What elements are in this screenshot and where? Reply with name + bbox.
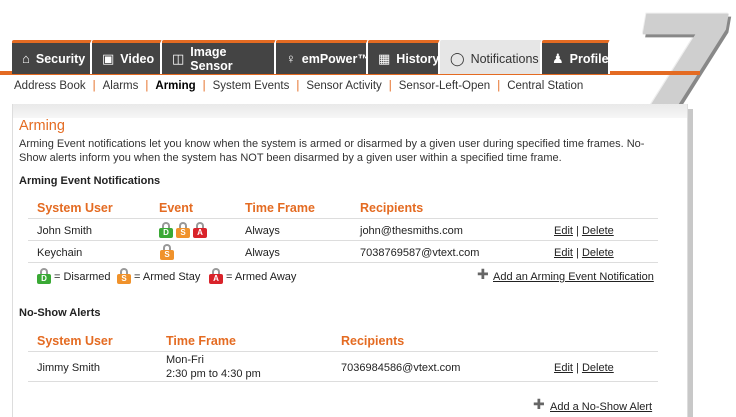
person-icon: ♟: [552, 50, 564, 66]
tab-image-sensor[interactable]: ◫ Image Sensor: [162, 40, 276, 74]
armed-stay-lock-icon: S: [117, 268, 131, 284]
noshow-header-recipients: Recipients: [341, 334, 405, 348]
row-recipients: 7038769587@vtext.com: [360, 247, 480, 259]
subnav-central-station[interactable]: Central Station: [507, 80, 583, 92]
row-timeframe: Always: [245, 225, 280, 237]
edit-link[interactable]: Edit: [554, 225, 573, 237]
add-noshow-alert-link[interactable]: Add a No-Show Alert: [550, 401, 652, 413]
arming-section-title: Arming Event Notifications: [19, 175, 161, 187]
video-icon: ▣: [102, 50, 115, 66]
tab-notifications[interactable]: ◯ Notifications: [440, 40, 542, 74]
home-icon: ⌂: [22, 51, 30, 66]
lightbulb-icon: ♀: [286, 51, 296, 66]
row-user: John Smith: [37, 225, 93, 237]
subnav-arming[interactable]: Arming: [155, 80, 195, 92]
armed-stay-lock-icon: S: [176, 222, 190, 238]
tab-history[interactable]: ▦ History: [368, 40, 440, 74]
row-recipients: 7036984586@vtext.com: [341, 362, 461, 374]
delete-link[interactable]: Delete: [582, 225, 614, 237]
edit-link[interactable]: Edit: [554, 247, 573, 259]
subnav-alarms[interactable]: Alarms: [103, 80, 139, 92]
disarmed-lock-icon: D: [159, 222, 173, 238]
delete-link[interactable]: Delete: [582, 362, 614, 374]
noshow-header-timeframe: Time Frame: [166, 334, 236, 348]
image-sensor-icon: ◫: [172, 50, 185, 66]
arming-header-recipients: Recipients: [360, 201, 424, 215]
add-arming-notification-link[interactable]: Add an Arming Event Notification: [493, 271, 654, 283]
calendar-icon: ▦: [378, 50, 391, 66]
armed-stay-lock-icon: S: [160, 244, 174, 260]
tab-empower[interactable]: ♀ emPower™: [276, 40, 370, 74]
noshow-header-user: System User: [37, 334, 113, 348]
noshow-section-title: No-Show Alerts: [19, 307, 101, 319]
legend-armed-stay: = Armed Stay: [134, 271, 201, 283]
tab-profile[interactable]: ♟ Profile: [542, 40, 610, 74]
tab-security[interactable]: ⌂ Security: [12, 40, 92, 74]
tab-video[interactable]: ▣ Video: [92, 40, 162, 74]
row-timeframe-days: Mon-Fri: [166, 354, 204, 366]
legend-disarmed: = Disarmed: [54, 271, 111, 283]
speech-bubble-icon: ◯: [450, 50, 465, 66]
edit-link[interactable]: Edit: [554, 362, 573, 374]
plus-icon: ✚: [477, 266, 489, 282]
plus-icon: ✚: [533, 396, 545, 412]
row-recipients: john@thesmiths.com: [360, 225, 463, 237]
armed-away-lock-icon: A: [193, 222, 207, 238]
row-timeframe: Always: [245, 247, 280, 259]
page-description: Arming Event notifications let you know …: [19, 138, 645, 164]
subnav-system-events[interactable]: System Events: [213, 80, 290, 92]
arming-header-timeframe: Time Frame: [245, 201, 315, 215]
legend-armed-away: = Armed Away: [226, 271, 297, 283]
row-timeframe-hours: 2:30 pm to 4:30 pm: [166, 368, 261, 380]
row-user: Keychain: [37, 247, 83, 259]
subnav: Address Book | Alarms | Arming | System Eve…: [14, 80, 584, 92]
arming-header-event: Event: [159, 201, 194, 215]
row-user: Jimmy Smith: [37, 362, 100, 374]
arming-header-user: System User: [37, 201, 113, 215]
disarmed-lock-icon: D: [37, 268, 51, 284]
main-tabs: ⌂ Security ▣ Video ◫ Image Sensor ♀ emPower™…: [12, 40, 610, 74]
delete-link[interactable]: Delete: [582, 247, 614, 259]
subnav-sensor-activity[interactable]: Sensor Activity: [306, 80, 381, 92]
subnav-sensor-left-open[interactable]: Sensor-Left-Open: [399, 80, 490, 92]
armed-away-lock-icon: A: [209, 268, 223, 284]
subnav-address-book[interactable]: Address Book: [14, 80, 86, 92]
page-title: Arming: [19, 118, 65, 134]
